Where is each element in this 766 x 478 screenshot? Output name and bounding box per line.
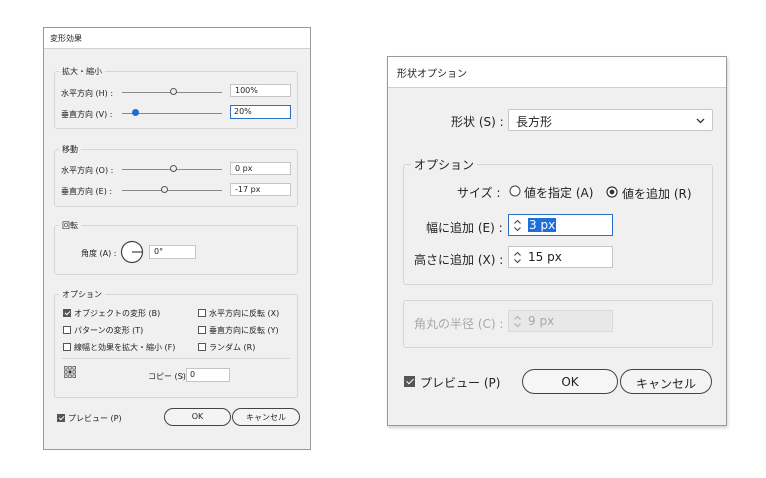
chevron-down-icon <box>696 118 705 124</box>
options-legend: オプション <box>59 289 105 300</box>
random-label: ランダム (R) <box>209 343 256 352</box>
scale-vertical-slider-thumb[interactable] <box>132 109 139 116</box>
preview-label: プレビュー (P) <box>420 376 501 390</box>
preview-label: プレビュー (P) <box>68 414 122 423</box>
angle-label: 角度 (A) : <box>81 249 117 258</box>
ok-button[interactable]: OK <box>164 408 231 426</box>
ok-button[interactable]: OK <box>522 369 618 394</box>
scale-legend: 拡大・縮小 <box>59 66 105 77</box>
reflect-x-checkbox[interactable] <box>198 309 206 317</box>
rotate-legend: 回転 <box>59 220 81 231</box>
size-absolute-label: 値を指定 (A) <box>524 186 594 200</box>
move-vertical-slider-thumb[interactable] <box>161 186 168 193</box>
move-group: 移動 <box>54 144 298 207</box>
extra-height-label: 高さに追加 (X) : <box>414 253 504 267</box>
extra-height-input[interactable]: 15 px <box>508 246 613 268</box>
copies-input[interactable]: 0 <box>186 368 230 382</box>
size-label: サイズ : <box>457 186 501 200</box>
extra-width-label: 幅に追加 (E) : <box>426 221 503 235</box>
move-vertical-input[interactable]: -17 px <box>230 183 291 196</box>
scale-strokes-checkbox[interactable] <box>63 343 71 351</box>
size-relative-radio[interactable] <box>606 186 618 198</box>
random-checkbox[interactable] <box>198 343 206 351</box>
reference-point-icon[interactable] <box>64 366 76 378</box>
transform-patterns-checkbox[interactable] <box>63 326 71 334</box>
reflect-y-label: 垂直方向に反転 (Y) <box>209 326 279 335</box>
transform-effect-dialog: 変形効果 拡大・縮小 水平方向 (H) : 100% 垂直方向 (V) : 20… <box>43 27 311 450</box>
size-absolute-radio[interactable] <box>509 185 521 197</box>
scale-vertical-label: 垂直方向 (V) : <box>61 110 113 119</box>
transform-patterns-label: パターンの変形 (T) <box>74 326 144 335</box>
preview-checkbox[interactable] <box>57 414 65 422</box>
move-horizontal-slider-thumb[interactable] <box>170 165 177 172</box>
dialog-title: 変形効果 <box>50 34 82 43</box>
reflect-x-label: 水平方向に反転 (X) <box>209 309 280 318</box>
move-vertical-label: 垂直方向 (E) : <box>61 187 113 196</box>
title-bar: 形状オプション <box>388 57 726 88</box>
move-vertical-slider-track[interactable] <box>122 190 222 191</box>
stepper-arrows-icon[interactable] <box>513 219 522 232</box>
scale-horizontal-input[interactable]: 100% <box>230 84 291 97</box>
stepper-arrows-icon <box>514 315 521 328</box>
cancel-button[interactable]: キャンセル <box>620 369 712 394</box>
scale-strokes-label: 線幅と効果を拡大・縮小 (F) <box>74 343 176 352</box>
scale-horizontal-label: 水平方向 (H) : <box>61 89 114 98</box>
move-legend: 移動 <box>59 144 81 155</box>
copies-colon: : <box>181 371 184 380</box>
scale-group: 拡大・縮小 <box>54 66 298 129</box>
options-legend: オプション <box>411 156 478 173</box>
transform-objects-label: オブジェクトの変形 (B) <box>74 309 161 318</box>
angle-input[interactable]: 0° <box>149 245 196 259</box>
move-horizontal-label: 水平方向 (O) : <box>61 166 114 175</box>
shape-options-dialog: 形状オプション 形状 (S) : 長方形 オプション サイズ : 値を指定 (A… <box>387 56 727 426</box>
preview-checkbox[interactable] <box>404 376 415 387</box>
shape-select[interactable]: 長方形 <box>508 109 713 131</box>
scale-horizontal-slider-thumb[interactable] <box>170 88 177 95</box>
angle-dial-icon[interactable] <box>120 240 144 264</box>
corner-radius-label: 角丸の半径 (C) : <box>414 317 504 331</box>
transform-objects-checkbox[interactable] <box>63 309 71 317</box>
cancel-button[interactable]: キャンセル <box>232 408 300 426</box>
title-bar: 変形効果 <box>44 28 310 49</box>
size-relative-label: 値を追加 (R) <box>622 187 692 201</box>
stepper-arrows-icon[interactable] <box>513 251 522 264</box>
corner-radius-input: 9 px <box>508 310 613 332</box>
dialog-title: 形状オプション <box>397 69 467 80</box>
reflect-y-checkbox[interactable] <box>198 326 206 334</box>
extra-width-input[interactable]: 3 px <box>508 214 613 236</box>
move-horizontal-input[interactable]: 0 px <box>230 162 291 175</box>
shape-label: 形状 (S) : <box>451 115 504 129</box>
scale-vertical-input[interactable]: 20% <box>230 105 291 119</box>
options-divider <box>62 358 290 359</box>
